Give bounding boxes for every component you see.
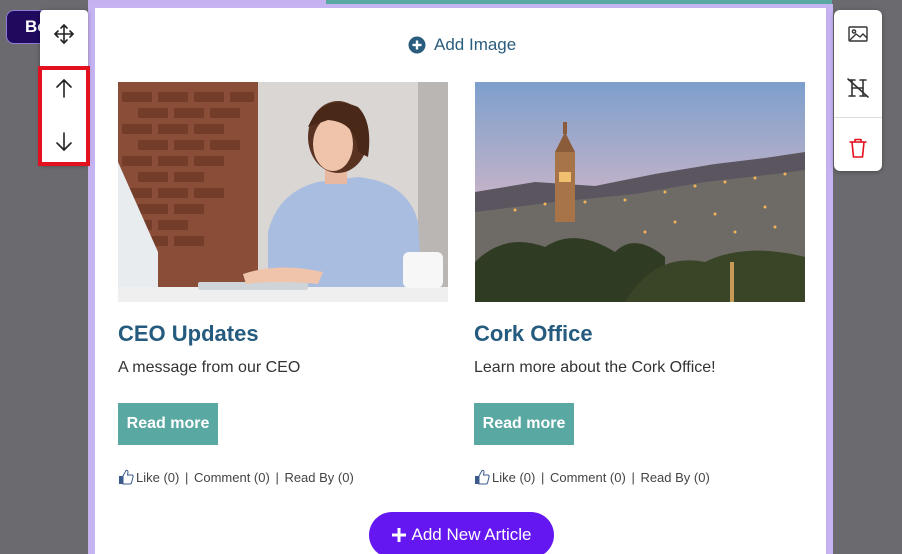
woman-typing-photo: [118, 82, 448, 302]
article-image-ceo[interactable]: [118, 82, 448, 302]
move-up-button[interactable]: [40, 66, 88, 110]
move-arrows-icon: [54, 24, 74, 44]
meta-separator: |: [627, 469, 639, 485]
article-meta-ceo: Like (0) | Comment (0) | Read By (0): [118, 467, 354, 487]
article-image-cork[interactable]: [475, 82, 805, 302]
read-by-link[interactable]: Read By (0): [640, 470, 709, 485]
article-description-cork: Learn more about the Cork Office!: [474, 359, 716, 376]
right-block-toolbar: [834, 10, 882, 171]
left-block-toolbar: [40, 10, 88, 165]
read-more-button-ceo[interactable]: Read more: [118, 403, 218, 445]
add-image-button[interactable]: Add Image: [408, 34, 516, 56]
read-more-button-cork[interactable]: Read more: [474, 403, 574, 445]
article-title-cork[interactable]: Cork Office: [474, 321, 593, 347]
plus-circle-icon: [408, 36, 426, 54]
add-new-article-label: Add New Article: [411, 525, 532, 544]
arrow-up-icon: [56, 79, 72, 98]
cork-skyline-photo: [475, 82, 805, 302]
thumbs-up-icon[interactable]: [474, 469, 490, 485]
move-block-button[interactable]: [40, 12, 88, 56]
add-image-label: Add Image: [434, 35, 517, 54]
image-settings-button[interactable]: [834, 12, 882, 56]
article-title-ceo[interactable]: CEO Updates: [118, 321, 259, 347]
trash-icon: [849, 138, 867, 158]
like-link[interactable]: Like (0): [492, 470, 535, 485]
canvas-right-border: [826, 4, 828, 554]
plus-icon: [391, 528, 406, 542]
article-meta-cork: Like (0) | Comment (0) | Read By (0): [474, 467, 710, 487]
meta-separator: |: [181, 469, 192, 485]
comment-link[interactable]: Comment (0): [194, 470, 270, 485]
arrow-down-icon: [56, 132, 72, 151]
meta-separator: |: [537, 469, 548, 485]
add-new-article-button[interactable]: Add New Article: [369, 512, 554, 554]
article-description-ceo: A message from our CEO: [118, 359, 301, 376]
move-down-button[interactable]: [40, 120, 88, 164]
meta-separator: |: [271, 469, 283, 485]
heading-off-icon: [847, 78, 869, 98]
thumbs-up-icon[interactable]: [118, 469, 134, 485]
like-link[interactable]: Like (0): [136, 470, 179, 485]
delete-block-button[interactable]: [834, 126, 882, 170]
read-by-link[interactable]: Read By (0): [284, 470, 353, 485]
toggle-heading-button[interactable]: [834, 66, 882, 110]
image-icon: [848, 26, 868, 42]
comment-link[interactable]: Comment (0): [550, 470, 626, 485]
toolbar-divider: [834, 117, 882, 118]
